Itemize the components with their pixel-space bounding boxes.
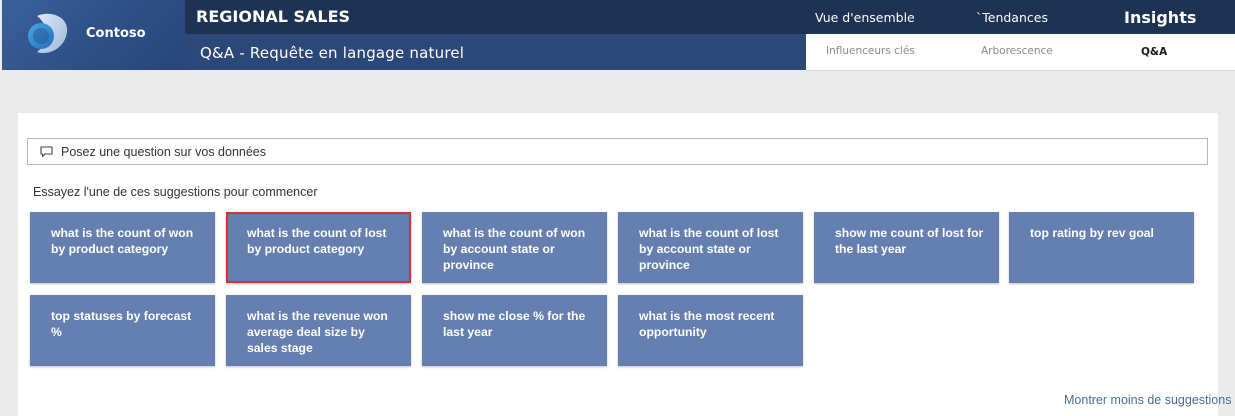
subnav-tab-key-influencers[interactable]: Influenceurs clés	[826, 45, 915, 57]
report-title: REGIONAL SALES	[196, 7, 351, 26]
suggestion-tile[interactable]: top statuses by forecast %	[30, 295, 215, 366]
contoso-logo-icon	[28, 13, 68, 54]
suggestion-tile-selected[interactable]: what is the count of lost by product cat…	[226, 212, 411, 283]
qa-question-box[interactable]	[27, 138, 1208, 165]
top-bar: Contoso REGIONAL SALES Q&A - Requête en …	[0, 0, 1235, 71]
brand-name: Contoso	[86, 26, 146, 41]
suggestion-tile[interactable]: what is the count of won by product cate…	[30, 212, 215, 283]
nav-tab-trends[interactable]: `Tendances	[976, 10, 1048, 25]
suggestion-tile[interactable]: what is the revenue won average deal siz…	[226, 295, 411, 366]
suggestion-tile[interactable]: what is the count of won by account stat…	[422, 212, 607, 283]
suggestions-label: Essayez l'une de ces suggestions pour co…	[33, 185, 318, 199]
qa-question-input[interactable]	[61, 144, 1161, 159]
chat-bubble-icon	[40, 145, 53, 157]
nav-tab-insights[interactable]: Insights	[1124, 8, 1196, 27]
suggestion-tile[interactable]: show me count of lost for the last year	[814, 212, 999, 283]
suggestion-tile[interactable]: what is the count of lost by account sta…	[618, 212, 803, 283]
subnav-tab-qa[interactable]: Q&A	[1141, 46, 1167, 58]
suggestion-tile[interactable]: top rating by rev goal	[1009, 212, 1194, 283]
suggestion-tile[interactable]: show me close % for the last year	[422, 295, 607, 366]
show-less-suggestions-link[interactable]: Montrer moins de suggestions	[1064, 393, 1231, 407]
brand-block: Contoso	[2, 0, 185, 70]
page-subtitle: Q&A - Requête en langage naturel	[200, 44, 465, 62]
nav-tab-overview[interactable]: Vue d'ensemble	[815, 10, 915, 25]
suggestion-tile[interactable]: what is the most recent opportunity	[618, 295, 803, 366]
subnav-tab-decomposition-tree[interactable]: Arborescence	[981, 45, 1053, 57]
